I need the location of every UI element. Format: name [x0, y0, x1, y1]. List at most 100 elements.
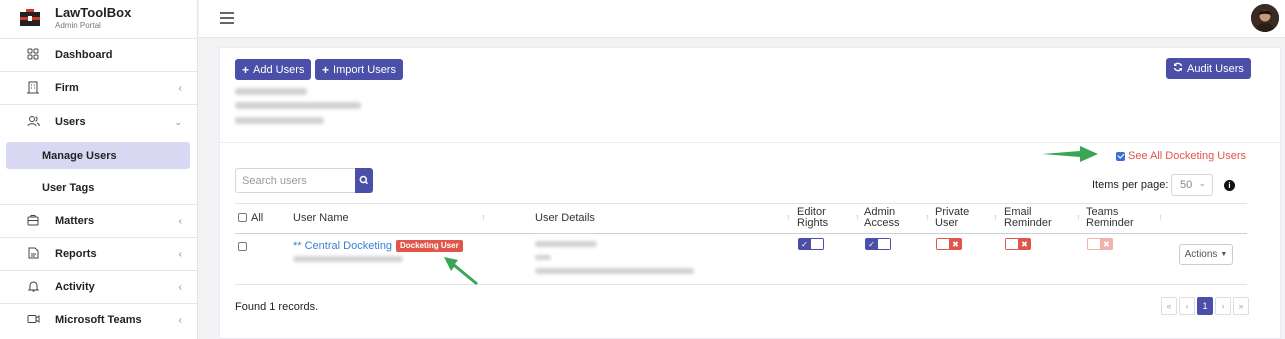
sidebar-item-label: Users [55, 116, 86, 128]
chevron-left-icon: ‹ [178, 215, 182, 227]
teams-reminder-toggle[interactable]: ✖ [1087, 238, 1113, 250]
manage-users-card: + Add Users + Import Users Audit Users S… [219, 47, 1282, 339]
table-header-border [235, 233, 1247, 234]
sidebar-item-label: Reports [55, 248, 97, 260]
bell-icon [26, 280, 40, 294]
plus-icon: + [242, 62, 250, 77]
chevron-left-icon: ‹ [178, 248, 182, 260]
redacted-text [535, 255, 551, 260]
redacted-text [235, 117, 324, 124]
search-icon [359, 175, 369, 185]
divider [0, 38, 198, 39]
check-icon: ✓ [798, 238, 811, 250]
caret-down-icon: ▼ [1220, 251, 1228, 258]
sidebar-item-label: Matters [55, 215, 95, 227]
brand[interactable]: LawToolBox Admin Portal [0, 0, 198, 38]
sort-icon[interactable]: ↑ [855, 212, 860, 222]
users-icon [26, 115, 40, 129]
search-input[interactable]: Search users [235, 168, 356, 193]
divider [0, 71, 198, 72]
column-header-private-user-line2: User [935, 217, 959, 229]
close-icon: ✖ [1018, 238, 1031, 250]
sort-icon[interactable]: ↑ [481, 212, 486, 222]
column-header-teams-reminder-line2: Reminder [1086, 217, 1134, 229]
sort-icon[interactable]: ↑ [1076, 212, 1081, 222]
column-header-user-details[interactable]: User Details [535, 213, 595, 224]
user-name-link[interactable]: ** Central Docketing [293, 240, 392, 252]
items-per-page-select[interactable]: 50 ⌄ [1171, 174, 1213, 196]
actions-dropdown-button[interactable]: Actions ▼ [1179, 244, 1233, 265]
audit-users-label: Audit Users [1187, 62, 1244, 75]
chevron-left-icon: ‹ [178, 281, 182, 293]
items-per-page-label: Items per page: [1092, 179, 1169, 191]
sync-icon [1173, 62, 1183, 75]
last-page-button[interactable]: » [1233, 297, 1249, 315]
redacted-text [235, 102, 361, 109]
previous-page-button[interactable]: ‹ [1179, 297, 1195, 315]
sidebar-item-microsoft-teams[interactable]: Microsoft Teams ‹ [0, 306, 198, 334]
column-header-email-reminder-line2: Reminder [1004, 217, 1052, 229]
sidebar-item-label: Activity [55, 281, 95, 293]
import-users-button[interactable]: + Import Users [315, 59, 403, 80]
records-found-text: Found 1 records. [235, 301, 319, 313]
sidebar-item-matters[interactable]: Matters ‹ [0, 207, 198, 235]
top-bar [199, 0, 1285, 38]
info-icon[interactable]: i [1224, 180, 1235, 191]
see-all-docketing-users-checkbox[interactable]: See All Docketing Users [1116, 150, 1246, 162]
sidebar-item-user-tags[interactable]: User Tags [6, 174, 190, 201]
items-per-page-value: 50 [1180, 179, 1193, 191]
hamburger-menu-icon[interactable] [220, 12, 234, 24]
chevron-down-icon: ⌄ [174, 116, 182, 127]
sort-icon[interactable]: ↑ [1158, 212, 1163, 222]
sidebar: LawToolBox Admin Portal Dashboard Firm ‹… [0, 0, 198, 339]
sidebar-item-label: Microsoft Teams [55, 314, 142, 326]
grid-icon [26, 48, 40, 62]
sidebar-item-dashboard[interactable]: Dashboard [0, 41, 198, 69]
sidebar-item-manage-users[interactable]: Manage Users [6, 142, 190, 169]
redacted-text [535, 241, 597, 247]
checkbox-checked-icon [1116, 151, 1125, 161]
sidebar-item-activity[interactable]: Activity ‹ [0, 273, 198, 301]
editor-rights-toggle[interactable]: ✓ [798, 238, 824, 250]
divider [0, 237, 198, 238]
report-icon [26, 247, 40, 261]
divider [0, 204, 198, 205]
column-header-user-name[interactable]: User Name [293, 213, 349, 224]
chevron-left-icon: ‹ [178, 314, 182, 326]
admin-access-toggle[interactable]: ✓ [865, 238, 891, 250]
sort-icon[interactable]: ↑ [786, 212, 791, 222]
sort-icon[interactable]: ↑ [925, 212, 930, 222]
sidebar-item-label: Dashboard [55, 49, 113, 61]
sort-icon[interactable]: ↑ [993, 212, 998, 222]
check-icon: ✓ [865, 238, 878, 250]
avatar[interactable] [1251, 4, 1279, 32]
private-user-toggle[interactable]: ✖ [936, 238, 962, 250]
sidebar-item-label: Firm [55, 82, 79, 94]
row-checkbox[interactable] [238, 242, 247, 251]
import-users-label: Import Users [333, 63, 396, 76]
first-page-button[interactable]: « [1161, 297, 1177, 315]
sidebar-item-label: Manage Users [42, 150, 117, 162]
close-icon: ✖ [1100, 238, 1113, 250]
add-users-button[interactable]: + Add Users [235, 59, 312, 80]
chevron-left-icon: ‹ [178, 82, 182, 94]
sidebar-item-reports[interactable]: Reports ‹ [0, 240, 198, 268]
page-button-current[interactable]: 1 [1197, 297, 1213, 315]
sidebar-item-users[interactable]: Users ⌄ [0, 108, 198, 136]
next-page-button[interactable]: › [1215, 297, 1231, 315]
close-icon: ✖ [949, 238, 962, 250]
divider [0, 270, 198, 271]
table-border-top [235, 203, 1247, 204]
email-reminder-toggle[interactable]: ✖ [1005, 238, 1031, 250]
docketing-user-badge: Docketing User [396, 240, 463, 252]
redacted-text [535, 268, 694, 274]
select-all-checkbox[interactable] [238, 213, 247, 222]
audit-users-button[interactable]: Audit Users [1166, 58, 1251, 79]
sidebar-item-firm[interactable]: Firm ‹ [0, 74, 198, 102]
plus-icon: + [322, 62, 330, 77]
video-icon [26, 313, 40, 327]
search-button[interactable] [355, 168, 373, 193]
sidebar-item-label: User Tags [42, 182, 95, 194]
add-users-label: Add Users [253, 63, 305, 76]
search-placeholder: Search users [242, 174, 307, 187]
